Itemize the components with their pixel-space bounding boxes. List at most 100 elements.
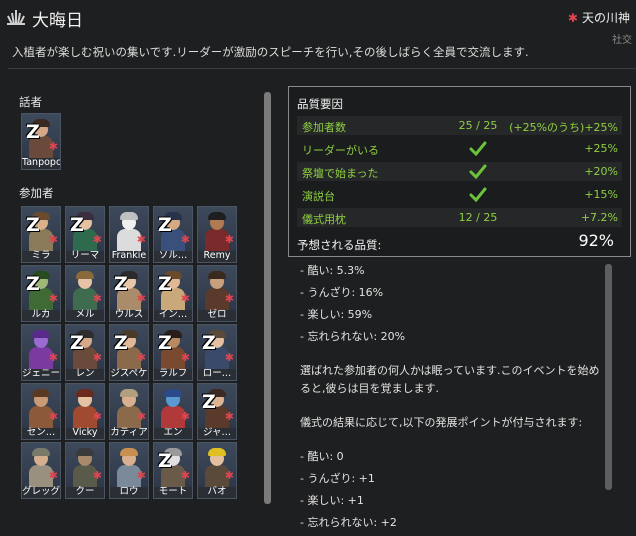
participant-pawn[interactable]: Z ✱ リーマ bbox=[65, 206, 105, 263]
quality-factor-row: 参加者数 25 / 25 (+25%のうち)+25% bbox=[297, 116, 622, 135]
pawn-name: ラルフ bbox=[158, 368, 188, 379]
pawn-name: グレッグ bbox=[22, 486, 60, 497]
ideoligion-mark-icon: ✱ bbox=[48, 292, 58, 305]
ritual-description: 入植者が楽しむ祝いの集いです.リーダーが激励のスピーチを行い,その後しばらく全員… bbox=[12, 45, 529, 59]
participant-pawn[interactable]: Z ✱ レン bbox=[65, 324, 105, 381]
outcome-chance-line: - 酷い: 5.3% bbox=[300, 264, 365, 277]
ritual-title: 大晦日 bbox=[32, 11, 83, 31]
ideoligion-mark-icon: ✱ bbox=[180, 410, 190, 423]
ideoligion-mark-icon: ✱ bbox=[48, 351, 58, 364]
pawn-name: エン bbox=[163, 427, 183, 438]
ideoligion-mark-icon: ✱ bbox=[224, 292, 234, 305]
pawn-name: モート bbox=[158, 486, 188, 497]
pawn-name: ロウ bbox=[119, 486, 139, 497]
asleep-icon: Z bbox=[114, 273, 128, 295]
report-scrollbar[interactable] bbox=[605, 264, 612, 490]
pawn-name: ジャ… bbox=[202, 427, 232, 438]
pawn-name: レン bbox=[75, 368, 95, 379]
participant-pawn[interactable]: ✱ ジェニー bbox=[21, 324, 61, 381]
participant-pawn[interactable]: Z ✱ ロー… bbox=[197, 324, 237, 381]
ideoligion-mark-icon: ✱ bbox=[224, 351, 234, 364]
ideoligion-mark-icon: ✱ bbox=[92, 410, 102, 423]
outcome-report: - 酷い: 5.3% - うんざり: 16% - 楽しい: 59% - 忘れられ… bbox=[300, 262, 600, 536]
header-divider bbox=[8, 68, 636, 69]
participant-pawn[interactable]: ✱ Remy bbox=[197, 206, 237, 263]
ideoligion-mark-icon: ✱ bbox=[136, 233, 146, 246]
participant-pawn[interactable]: Z ✱ モート bbox=[153, 442, 193, 499]
factor-value: +7.2% bbox=[580, 211, 618, 224]
ideoligion-mark-icon: ✱ bbox=[48, 233, 58, 246]
quality-factors-tooltip: 品質要因 参加者数 25 / 25 (+25%のうち)+25% リーダーがいる +25%… bbox=[288, 86, 631, 257]
pawn-name: クー bbox=[75, 486, 95, 497]
ideoligion-mark-icon: ✱ bbox=[48, 410, 58, 423]
factor-label: リーダーがいる bbox=[302, 144, 379, 157]
pawn-name: ジェニー bbox=[22, 368, 60, 379]
asleep-icon: Z bbox=[26, 273, 40, 295]
participant-pawn[interactable]: Z ✱ ジャ… bbox=[197, 383, 237, 440]
ideoligion-mark-icon: ✱ bbox=[136, 469, 146, 482]
sleep-note: ると,彼らは目を覚まします. bbox=[300, 382, 439, 395]
expected-quality-value: 92% bbox=[578, 231, 614, 250]
participant-pawn[interactable]: Z ✱ イン… bbox=[153, 265, 193, 322]
ideoligion-mark-icon: ✱ bbox=[180, 351, 190, 364]
participant-pawn[interactable]: ✱ Vicky bbox=[65, 383, 105, 440]
factor-label: 参加者数 bbox=[302, 121, 346, 134]
pawn-name: セン… bbox=[26, 427, 56, 438]
participant-pawn[interactable]: ✱ カティア bbox=[109, 383, 149, 440]
participant-pawn[interactable]: ✱ Frankie bbox=[109, 206, 149, 263]
asleep-icon: Z bbox=[158, 214, 172, 236]
participant-pawn[interactable]: ✱ クー bbox=[65, 442, 105, 499]
speaker-pawn[interactable]: Z ✱ Tanpopo bbox=[21, 113, 61, 170]
check-icon bbox=[469, 164, 487, 179]
outcome-chance-line: - 忘れられない: 20% bbox=[300, 330, 406, 343]
pawn-name: メル bbox=[75, 309, 95, 320]
pawn-list-scrollbar[interactable] bbox=[264, 92, 271, 504]
ideoligion-label: 天の川神 bbox=[581, 11, 630, 25]
participant-pawn[interactable]: Z ✱ ウルス bbox=[109, 265, 149, 322]
ideoligion-mark-icon: ✱ bbox=[224, 233, 234, 246]
participant-pawn[interactable]: ✱ ロウ bbox=[109, 442, 149, 499]
pawn-name: ジスペケ bbox=[110, 368, 148, 379]
points-line: - 酷い: 0 bbox=[300, 450, 344, 463]
participant-pawn[interactable]: Z ✱ ジスペケ bbox=[109, 324, 149, 381]
participant-pawn[interactable]: ✱ ゼロ bbox=[197, 265, 237, 322]
participant-pawn[interactable]: ✱ グレッグ bbox=[21, 442, 61, 499]
expected-quality-label: 予想される品質: bbox=[297, 238, 382, 252]
participant-pawn[interactable]: Z ✱ ラルフ bbox=[153, 324, 193, 381]
asleep-icon: Z bbox=[202, 391, 216, 413]
pawn-name: ゼロ bbox=[207, 309, 227, 320]
asleep-icon: Z bbox=[26, 214, 40, 236]
pawn-name: ソル… bbox=[158, 250, 188, 261]
participant-pawn[interactable]: ✱ メル bbox=[65, 265, 105, 322]
participant-pawn[interactable]: Z ✱ ルカ bbox=[21, 265, 61, 322]
factor-value: +20% bbox=[584, 165, 618, 178]
participant-pawn[interactable]: Z ✱ ソル… bbox=[153, 206, 193, 263]
pawn-name: ルカ bbox=[31, 309, 51, 320]
asleep-icon: Z bbox=[70, 214, 84, 236]
quality-factor-row: リーダーがいる +25% bbox=[297, 139, 622, 158]
check-icon bbox=[469, 141, 487, 156]
participants-label: 参加者 bbox=[19, 186, 54, 200]
asleep-icon: Z bbox=[158, 332, 172, 354]
ideoligion-mark-icon: ✱ bbox=[92, 292, 102, 305]
asleep-icon: Z bbox=[202, 332, 216, 354]
ideoligion-subtitle: 社交 bbox=[612, 35, 632, 46]
ideoligion-mark-icon: ✱ bbox=[92, 469, 102, 482]
sleep-note: 選ばれた参加者の何人かは眠っています.このイベントを始め bbox=[300, 364, 600, 377]
pawn-name: ウルス bbox=[114, 309, 144, 320]
participant-pawn[interactable]: Z ✱ ミラ bbox=[21, 206, 61, 263]
outcome-chance-line: - 楽しい: 59% bbox=[300, 308, 373, 321]
tooltip-title: 品質要因 bbox=[297, 97, 343, 111]
pawn-name: バオ bbox=[207, 486, 227, 497]
points-line: - 楽しい: +1 bbox=[300, 494, 364, 507]
check-icon bbox=[469, 187, 487, 202]
pawn-name: ロー… bbox=[202, 368, 232, 379]
participant-pawn[interactable]: ✱ バオ bbox=[197, 442, 237, 499]
participant-pawn[interactable]: ✱ セン… bbox=[21, 383, 61, 440]
ideoligion-mark-icon: ✱ bbox=[48, 140, 58, 153]
pawn-name: Remy bbox=[203, 250, 231, 261]
participant-pawn[interactable]: ✱ エン bbox=[153, 383, 193, 440]
ideoligion-mark-icon: ✱ bbox=[224, 410, 234, 423]
quality-factor-row: 儀式用枕 12 / 25 +7.2% bbox=[297, 208, 622, 227]
ideoligion-name[interactable]: ✱ 天の川神 bbox=[568, 9, 630, 26]
